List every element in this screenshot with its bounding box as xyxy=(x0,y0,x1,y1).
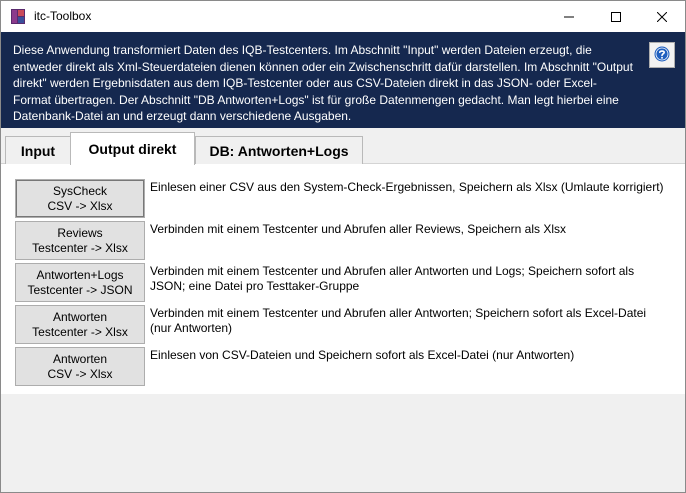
button-line-2: Testcenter -> Xlsx xyxy=(32,324,128,339)
title-bar[interactable]: itc-Toolbox xyxy=(1,1,685,32)
button-line-1: SysCheck xyxy=(52,183,108,198)
tab-strip: Input Output direkt DB: Antworten+Logs xyxy=(1,128,685,165)
tab-label: Output direkt xyxy=(88,141,177,157)
action-row-antworten-csv: Antworten CSV -> Xlsx Einlesen von CSV-D… xyxy=(15,347,675,387)
button-line-2: Testcenter -> Xlsx xyxy=(32,240,128,255)
action-description: Verbinden mit einem Testcenter und Abruf… xyxy=(150,306,647,335)
button-line-2: Testcenter -> JSON xyxy=(27,282,133,297)
tab-db-antworten-logs[interactable]: DB: Antworten+Logs xyxy=(195,136,363,164)
maximize-button[interactable] xyxy=(593,1,639,32)
banner-text: Diese Anwendung transformiert Daten des … xyxy=(13,43,633,124)
tab-label: Input xyxy=(20,142,56,159)
toolbox-app-icon xyxy=(11,9,25,24)
action-description: Einlesen einer CSV aus den System-Check-… xyxy=(150,180,664,194)
window-footer-area xyxy=(1,394,685,492)
action-row-antworten-logs: Antworten+Logs Testcenter -> JSON Verbin… xyxy=(15,263,675,303)
reviews-testcenter-xlsx-button[interactable]: Reviews Testcenter -> Xlsx xyxy=(15,221,145,260)
button-line-2: CSV -> Xlsx xyxy=(47,366,113,381)
button-line-1: Antworten+Logs xyxy=(36,267,124,282)
action-description: Verbinden mit einem Testcenter und Abruf… xyxy=(150,222,566,236)
syscheck-csv-xlsx-button[interactable]: SysCheck CSV -> Xlsx xyxy=(15,179,145,218)
button-line-1: Antworten xyxy=(52,351,108,366)
description-banner: Diese Anwendung transformiert Daten des … xyxy=(1,32,685,128)
minimize-button[interactable] xyxy=(546,1,592,32)
action-row-syscheck: SysCheck CSV -> Xlsx Einlesen einer CSV … xyxy=(15,179,675,219)
tab-label: DB: Antworten+Logs xyxy=(209,142,349,159)
maximize-icon xyxy=(611,11,621,22)
antworten-logs-testcenter-json-button[interactable]: Antworten+Logs Testcenter -> JSON xyxy=(15,263,145,302)
close-button[interactable] xyxy=(639,1,685,32)
antworten-testcenter-xlsx-button[interactable]: Antworten Testcenter -> Xlsx xyxy=(15,305,145,344)
action-description: Verbinden mit einem Testcenter und Abruf… xyxy=(150,264,635,293)
action-row-antworten-testcenter: Antworten Testcenter -> Xlsx Verbinden m… xyxy=(15,305,675,345)
window-title: itc-Toolbox xyxy=(34,9,92,23)
app-window: itc-Toolbox Diese Anwendung transformier… xyxy=(0,0,686,493)
help-button[interactable] xyxy=(649,42,675,68)
output-direkt-panel: SysCheck CSV -> Xlsx Einlesen einer CSV … xyxy=(1,164,685,394)
action-description: Einlesen von CSV-Dateien und Speichern s… xyxy=(150,348,575,362)
antworten-csv-xlsx-button[interactable]: Antworten CSV -> Xlsx xyxy=(15,347,145,386)
tab-input[interactable]: Input xyxy=(5,136,71,164)
minimize-icon xyxy=(564,12,574,22)
action-row-reviews: Reviews Testcenter -> Xlsx Verbinden mit… xyxy=(15,221,675,261)
help-icon xyxy=(654,46,670,65)
tab-output-direkt[interactable]: Output direkt xyxy=(70,132,195,165)
button-line-1: Antworten xyxy=(52,309,108,324)
button-line-1: Reviews xyxy=(57,225,103,240)
close-icon xyxy=(657,11,667,22)
button-line-2: CSV -> Xlsx xyxy=(47,198,113,213)
